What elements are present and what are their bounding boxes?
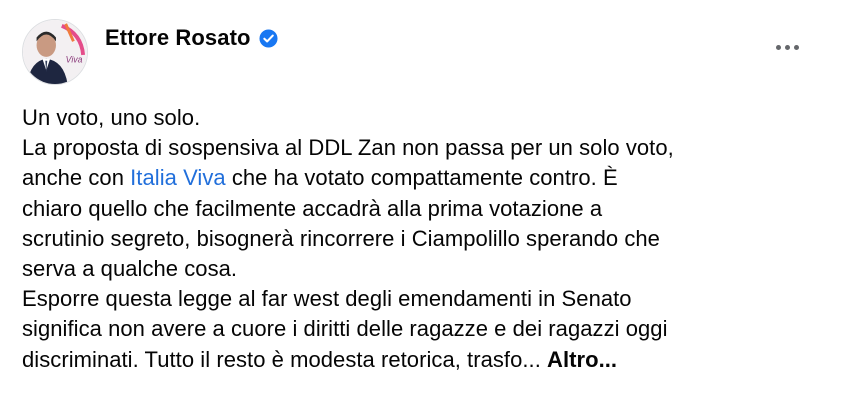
post-line: Un voto, uno solo. xyxy=(22,105,201,130)
see-more-link[interactable]: Altro... xyxy=(547,347,617,372)
author-avatar[interactable]: Viva xyxy=(22,19,88,85)
post-text-segment: anche con xyxy=(22,165,131,191)
post-line: scrutinio segreto, bisognerà rincorrere … xyxy=(22,225,660,251)
post-body: Un voto, uno solo. La proposta di sospen… xyxy=(22,103,822,375)
author-name[interactable]: Ettore Rosato xyxy=(105,25,251,51)
post-line: anche con Italia Viva che ha votato comp… xyxy=(22,163,822,193)
post-line: Esporre questa legge al far west degli e… xyxy=(22,286,632,312)
post-line: significa non avere a cuore i diritti de… xyxy=(22,316,668,342)
page-mention-link[interactable]: Italia Viva xyxy=(130,165,226,190)
post-line: La proposta di sospensiva al DDL Zan non… xyxy=(22,135,674,161)
more-options-icon xyxy=(774,44,801,50)
verified-badge-icon xyxy=(259,28,278,48)
post-text-segment: che ha votato compattamente contro. È xyxy=(225,165,618,191)
more-options-button[interactable] xyxy=(767,34,807,60)
profile-photo: Viva xyxy=(23,20,87,84)
post-line: chiaro quello che facilmente accadrà all… xyxy=(22,195,603,221)
post-text-segment: discriminati. Tutto il resto è modesta r… xyxy=(22,346,548,372)
author-header: Ettore Rosato xyxy=(105,22,278,54)
avatar-badge-text: Viva xyxy=(66,55,83,65)
post-line: discriminati. Tutto il resto è modesta r… xyxy=(22,345,822,375)
post-line: serva a qualche cosa. xyxy=(22,256,238,282)
facebook-post: Viva Ettore Rosato Un voto, uno solo. La… xyxy=(0,0,842,418)
